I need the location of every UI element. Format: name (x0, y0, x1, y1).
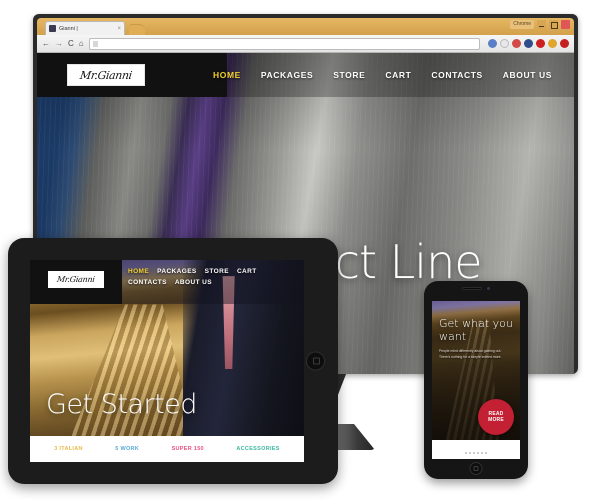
tablet-nav-item-store[interactable]: STORE (205, 268, 229, 275)
tablet-category-super150[interactable]: SUPER 150 (172, 446, 204, 452)
reload-icon[interactable]: C (68, 39, 74, 48)
nav-item-packages[interactable]: PACKAGES (261, 70, 313, 80)
minimize-button[interactable] (537, 20, 546, 29)
nav-item-about-us[interactable]: ABOUT US (503, 70, 552, 80)
tablet-nav-item-cart[interactable]: CART (237, 268, 257, 275)
tablet-hero-title: Get Started (46, 389, 197, 420)
phone-camera-icon (487, 287, 490, 290)
tablet-site-header: Mr.Gianni HOME PACKAGES STORE CART CONTA… (30, 260, 304, 304)
shield-icon[interactable] (488, 39, 497, 48)
window-close-button[interactable] (561, 20, 570, 29)
carousel-dot[interactable] (465, 452, 467, 454)
phone-hero-content: Get what you want People mind differentl… (439, 317, 513, 361)
opera-icon[interactable] (536, 39, 545, 48)
page-favicon-icon (49, 25, 56, 32)
block-icon[interactable] (560, 39, 569, 48)
extension-icons (488, 39, 569, 48)
phone-home-button[interactable] (469, 462, 483, 475)
site-header: Mr.Gianni HOME PACKAGES STORE CART CONTA… (37, 53, 574, 97)
nav-item-cart[interactable]: CART (385, 70, 411, 80)
tablet-category-work[interactable]: 5 WORK (115, 446, 139, 452)
phone-hero-body: People mind differently about gaining ou… (439, 348, 502, 359)
address-bar[interactable] (88, 37, 480, 50)
close-icon[interactable]: × (117, 26, 121, 32)
tablet-site-logo-text: Mr.Gianni (56, 275, 96, 284)
site-logo-text: Mr.Gianni (79, 68, 133, 82)
phone-carousel-dots[interactable] (465, 452, 487, 454)
star-icon[interactable] (500, 39, 509, 48)
tablet-category-accessories[interactable]: ACCESSORIES (236, 446, 279, 452)
tablet-nav-item-contacts[interactable]: CONTACTS (128, 279, 167, 286)
translate-icon[interactable] (512, 39, 521, 48)
forward-icon[interactable]: → (55, 39, 63, 48)
tablet-nav-item-packages[interactable]: PACKAGES (157, 268, 197, 275)
carousel-dot[interactable] (469, 452, 471, 454)
phone-device: Get what you want People mind differentl… (424, 281, 528, 479)
chrome-menu-label[interactable]: Chrome (510, 20, 534, 29)
phone-screen: Get what you want People mind differentl… (432, 301, 520, 459)
maximize-button[interactable] (549, 20, 558, 29)
read-more-button[interactable]: READ MORE (478, 399, 514, 435)
download-icon[interactable] (548, 39, 557, 48)
carousel-dot[interactable] (485, 452, 487, 454)
back-icon[interactable]: ← (42, 39, 50, 48)
tablet-device: Mr.Gianni HOME PACKAGES STORE CART CONTA… (8, 238, 338, 484)
browser-title-bar: Gianni | × Chrome (37, 18, 574, 35)
nav-item-contacts[interactable]: CONTACTS (431, 70, 482, 80)
tablet-screen: Mr.Gianni HOME PACKAGES STORE CART CONTA… (30, 260, 304, 462)
tablet-nav-item-about-us[interactable]: ABOUT US (175, 279, 212, 286)
screenshot-stage: Gianni | × Chrome ← → C ⌂ Mr.Gianni HOME… (0, 0, 600, 501)
tablet-site-logo[interactable]: Mr.Gianni (48, 271, 104, 288)
browser-tab[interactable]: Gianni | × (45, 21, 125, 35)
site-logo[interactable]: Mr.Gianni (67, 64, 145, 86)
url-favicon-icon (92, 40, 98, 47)
browser-toolbar: ← → C ⌂ (37, 35, 574, 53)
phone-speaker-icon (462, 287, 482, 290)
tablet-nav-item-home[interactable]: HOME (128, 268, 149, 275)
carousel-dot[interactable] (473, 452, 475, 454)
pocket-icon[interactable] (524, 39, 533, 48)
phone-top-hardware (462, 287, 490, 290)
phone-hero-title: Get what you want (439, 317, 513, 344)
nav-item-home[interactable]: HOME (213, 70, 241, 80)
tablet-home-button-icon[interactable] (313, 357, 320, 365)
phone-home-button-icon (473, 466, 479, 471)
carousel-dot[interactable] (481, 452, 483, 454)
tablet-category-italian[interactable]: 3 ITALIAN (54, 446, 83, 452)
home-icon[interactable]: ⌂ (79, 39, 84, 48)
tablet-category-bar: 3 ITALIAN 5 WORK SUPER 150 ACCESSORIES (30, 436, 304, 462)
window-controls: Chrome (510, 20, 570, 29)
carousel-dot[interactable] (477, 452, 479, 454)
nav-item-store[interactable]: STORE (333, 70, 365, 80)
browser-tab-title: Gianni | (59, 25, 78, 32)
site-main-nav: HOME PACKAGES STORE CART CONTACTS ABOUT … (213, 70, 552, 80)
new-tab-button[interactable] (129, 24, 145, 35)
read-more-line2: MORE (488, 417, 504, 423)
tablet-main-nav: HOME PACKAGES STORE CART CONTACTS ABOUT … (128, 268, 298, 286)
